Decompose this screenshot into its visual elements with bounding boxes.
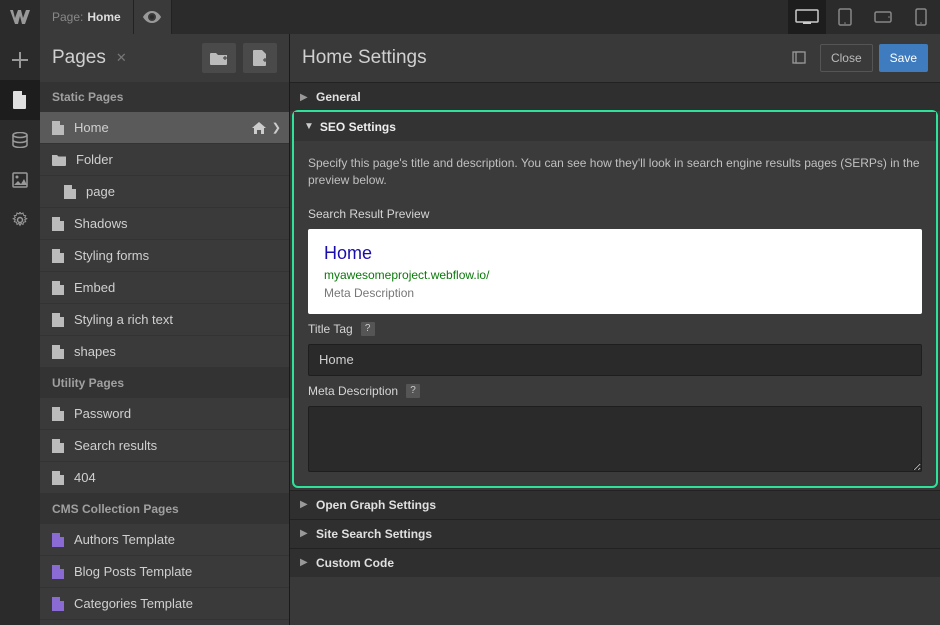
left-rail xyxy=(0,34,40,625)
settings-title: Home Settings xyxy=(302,47,427,69)
page-item[interactable]: Authors Template xyxy=(40,524,289,556)
chevron-right-icon: ▶ xyxy=(300,557,308,568)
save-button[interactable]: Save xyxy=(879,44,928,72)
page-item[interactable]: shapes xyxy=(40,336,289,368)
top-bar: Page: Home xyxy=(0,0,940,34)
page-item[interactable]: Embed xyxy=(40,272,289,304)
accordion-site-search[interactable]: ▶ Site Search Settings xyxy=(290,519,940,548)
accordion-custom-code[interactable]: ▶ Custom Code xyxy=(290,548,940,577)
template-icon xyxy=(52,533,64,547)
page-icon xyxy=(52,471,64,485)
page-icon xyxy=(52,313,64,327)
page-item-label: Styling a rich text xyxy=(74,312,173,327)
page-item-label: Authors Template xyxy=(74,532,175,547)
meta-desc-label: Meta Description ? xyxy=(294,384,936,398)
seo-description-text: Specify this page's title and descriptio… xyxy=(294,141,936,199)
template-icon xyxy=(52,565,64,579)
device-desktop-button[interactable] xyxy=(788,0,826,34)
folder-icon xyxy=(52,154,66,166)
meta-desc-textarea[interactable] xyxy=(308,406,922,472)
page-item-label: page xyxy=(86,184,115,199)
page-item[interactable]: Categories Template xyxy=(40,588,289,620)
webflow-logo[interactable] xyxy=(0,0,40,34)
page-item[interactable]: Folder xyxy=(40,144,289,176)
crumb-value: Home xyxy=(87,10,120,24)
settings-nav-button[interactable] xyxy=(0,200,40,240)
chevron-right-icon: ▶ xyxy=(300,499,308,510)
page-item-label: Styling forms xyxy=(74,248,149,263)
help-icon[interactable]: ? xyxy=(406,384,420,398)
page-icon xyxy=(52,217,64,231)
chevron-right-icon: ▶ xyxy=(300,92,308,103)
page-item-label: Categories Template xyxy=(74,596,193,611)
pages-panel: Pages ✕ Static Pages Home ❯ Folder page Shad… xyxy=(40,34,290,625)
page-icon xyxy=(52,439,64,453)
accordion-general[interactable]: ▶ General xyxy=(290,82,940,111)
page-item[interactable]: Shadows xyxy=(40,208,289,240)
preview-toggle[interactable] xyxy=(134,0,172,34)
pages-nav-button[interactable] xyxy=(0,80,40,120)
page-icon xyxy=(52,121,64,135)
page-item-label: Search results xyxy=(74,438,157,453)
chevron-right-icon: ❯ xyxy=(272,121,281,134)
serp-meta: Meta Description xyxy=(324,286,906,300)
home-icon xyxy=(252,122,266,134)
settings-panel: Home Settings Close Save ▶ General ▼ SEO… xyxy=(290,34,940,625)
page-icon xyxy=(52,249,64,263)
utility-pages-label: Utility Pages xyxy=(40,368,289,398)
new-page-button[interactable] xyxy=(243,43,277,73)
seo-settings-section: ▼ SEO Settings Specify this page's title… xyxy=(292,110,938,488)
page-item-label: 404 xyxy=(74,470,96,485)
page-item-label: shapes xyxy=(74,344,116,359)
page-item-label: Folder xyxy=(76,152,113,167)
page-item-label: Password xyxy=(74,406,131,421)
page-item[interactable]: 404 xyxy=(40,462,289,494)
new-folder-button[interactable] xyxy=(202,43,236,73)
accordion-open-graph[interactable]: ▶ Open Graph Settings xyxy=(290,490,940,519)
page-item[interactable]: page xyxy=(40,176,289,208)
accordion-seo[interactable]: ▼ SEO Settings xyxy=(294,112,936,141)
page-breadcrumb[interactable]: Page: Home xyxy=(40,0,134,34)
static-pages-label: Static Pages xyxy=(40,82,289,112)
title-tag-input[interactable] xyxy=(308,344,922,376)
cms-pages-label: CMS Collection Pages xyxy=(40,494,289,524)
chevron-down-icon: ▼ xyxy=(304,121,314,132)
page-item[interactable]: Blog Posts Template xyxy=(40,556,289,588)
duplicate-page-button[interactable] xyxy=(784,44,814,72)
assets-nav-button[interactable] xyxy=(0,160,40,200)
page-item[interactable]: Home ❯ xyxy=(40,112,289,144)
cms-nav-button[interactable] xyxy=(0,120,40,160)
close-pages-panel-icon[interactable]: ✕ xyxy=(116,50,127,66)
help-icon[interactable]: ? xyxy=(361,322,375,336)
page-item[interactable]: Styling forms xyxy=(40,240,289,272)
page-icon xyxy=(52,407,64,421)
page-item-label: Home xyxy=(74,120,109,135)
crumb-label: Page: xyxy=(52,10,83,24)
serp-title: Home xyxy=(324,243,906,264)
page-icon xyxy=(64,185,76,199)
close-button[interactable]: Close xyxy=(820,44,873,72)
page-icon xyxy=(52,281,64,295)
page-item-label: Shadows xyxy=(74,216,127,231)
device-tablet-button[interactable] xyxy=(826,0,864,34)
page-item[interactable]: Styling a rich text xyxy=(40,304,289,336)
serp-preview: Home myawesomeproject.webflow.io/ Meta D… xyxy=(308,229,922,314)
page-item[interactable]: Search results xyxy=(40,430,289,462)
serp-url: myawesomeproject.webflow.io/ xyxy=(324,268,906,282)
pages-panel-title: Pages xyxy=(52,47,106,69)
device-phone-landscape-button[interactable] xyxy=(864,0,902,34)
template-icon xyxy=(52,597,64,611)
page-item[interactable]: Password xyxy=(40,398,289,430)
search-preview-label: Search Result Preview xyxy=(294,207,936,221)
chevron-right-icon: ▶ xyxy=(300,528,308,539)
page-item-label: Embed xyxy=(74,280,115,295)
page-icon xyxy=(52,345,64,359)
device-phone-portrait-button[interactable] xyxy=(902,0,940,34)
page-item-label: Blog Posts Template xyxy=(74,564,192,579)
add-element-button[interactable] xyxy=(0,40,40,80)
title-tag-label: Title Tag ? xyxy=(294,322,936,336)
